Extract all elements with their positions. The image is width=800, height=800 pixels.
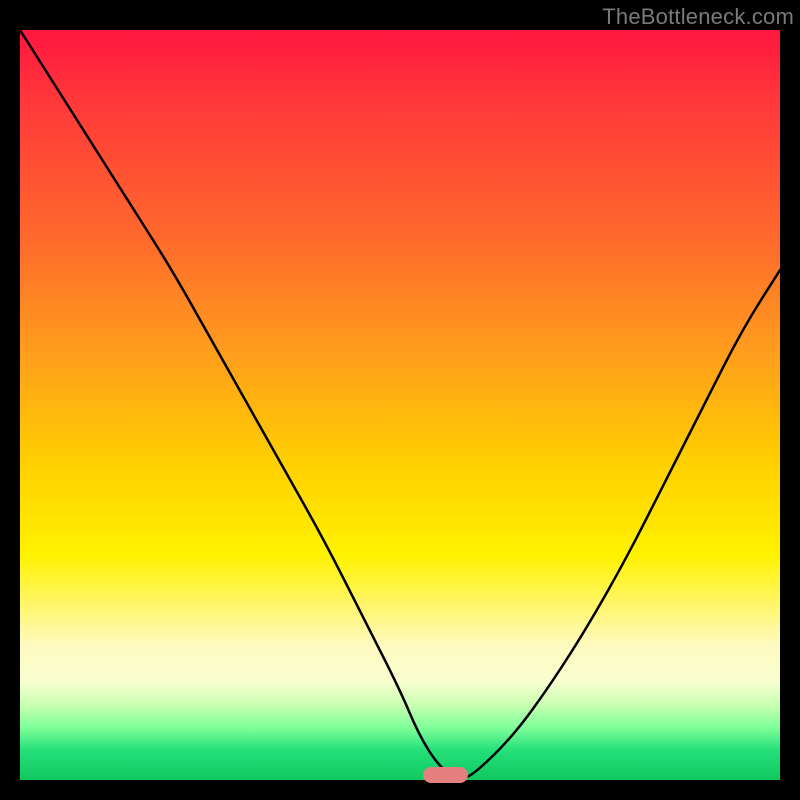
plot-area [20,30,780,780]
watermark: TheBottleneck.com [602,4,794,30]
bottleneck-curve [20,30,780,780]
chart-frame: TheBottleneck.com [0,0,800,800]
optimal-marker [423,767,469,783]
